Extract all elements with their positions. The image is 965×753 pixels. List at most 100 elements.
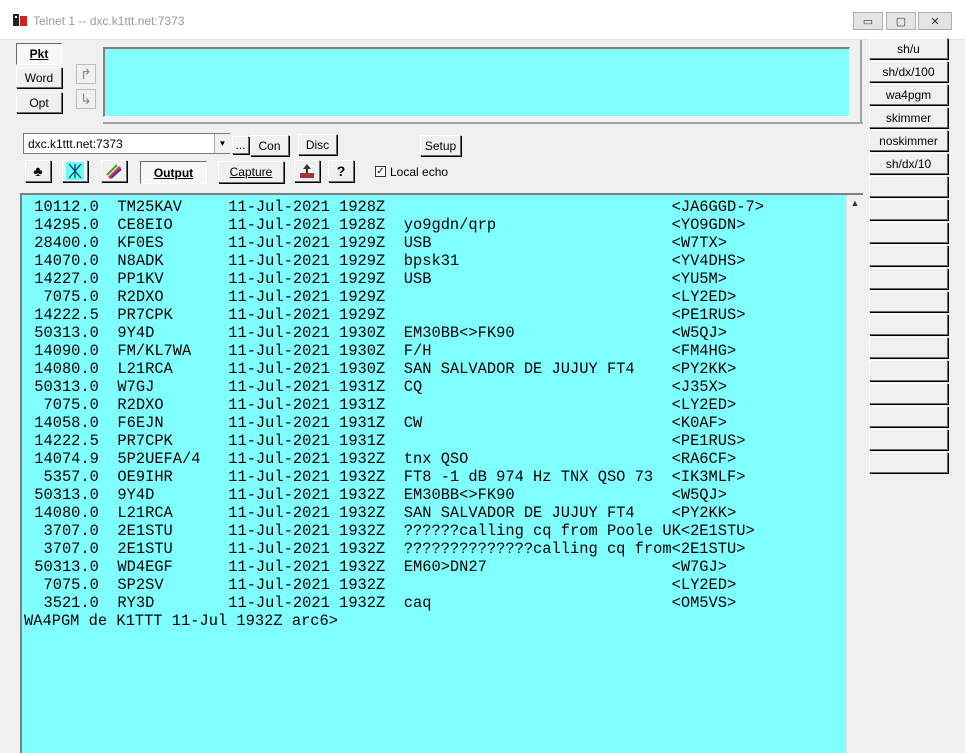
spot-frequency: 14227.0 (25, 270, 99, 288)
spot-frequency: 14080.0 (25, 360, 99, 378)
macro-button[interactable] (869, 268, 948, 289)
spot-date: 11-Jul-2021 (228, 576, 330, 594)
spot-frequency: 14058.0 (25, 414, 99, 432)
spot-line: 14070.0 N8ADK 11-Jul-2021 1929Z bpsk31 <… (25, 252, 764, 270)
spot-line: 14074.9 5P2UEFA/4 11-Jul-2021 1932Z tnx … (25, 450, 764, 468)
spot-spotter: <W7TX> (671, 234, 728, 252)
browse-button[interactable]: ... (232, 136, 249, 154)
macro-button[interactable] (869, 429, 948, 450)
spot-line: 14090.0 FM/KL7WA 11-Jul-2021 1930Z F/H <… (25, 342, 764, 360)
macro-button[interactable] (869, 176, 948, 197)
macro-button[interactable]: noskimmer (869, 130, 948, 151)
spot-callsign: L21RCA (117, 360, 229, 378)
antenna-icon-button[interactable] (62, 160, 88, 182)
capture-button[interactable]: Capture (218, 161, 284, 183)
pencil-icon-button[interactable] (101, 160, 127, 182)
spot-line: 5357.0 OE9IHR 11-Jul-2021 1932Z FT8 -1 d… (25, 468, 764, 486)
local-echo-checkbox[interactable]: ✓ (375, 166, 386, 177)
spot-date: 11-Jul-2021 (228, 360, 330, 378)
macro-button[interactable] (869, 383, 948, 404)
close-button[interactable]: ✕ (918, 12, 952, 30)
macro-button[interactable]: sh/dx/100 (869, 61, 948, 82)
spot-date: 11-Jul-2021 (228, 522, 330, 540)
packet-input-area[interactable] (103, 47, 850, 117)
output-button[interactable]: Output (140, 161, 207, 184)
spot-time: 1931Z (339, 432, 386, 450)
spot-comment: USB (403, 270, 672, 288)
spot-time: 1932Z (339, 522, 386, 540)
spot-time: 1932Z (339, 558, 386, 576)
word-tab[interactable]: Word (16, 67, 62, 88)
spot-time: 1928Z (339, 198, 386, 216)
spot-spotter: <2E1STU> (671, 540, 746, 558)
antenna-icon (66, 162, 84, 180)
output-scrollbar[interactable]: ▲ (846, 195, 863, 753)
spot-date: 11-Jul-2021 (228, 306, 330, 324)
spot-frequency: 14080.0 (25, 504, 99, 522)
spot-comment: EM30BB<>FK90 (403, 486, 672, 504)
spot-time: 1932Z (339, 450, 386, 468)
spot-time: 1932Z (339, 486, 386, 504)
chevron-down-icon[interactable]: ▼ (214, 134, 230, 153)
macro-button[interactable]: wa4pgm (869, 84, 948, 105)
spot-line: 50313.0 9Y4D 11-Jul-2021 1932Z EM30BB<>F… (25, 486, 764, 504)
pkt-tab[interactable]: Pkt (16, 43, 62, 65)
spot-comment: tnx QSO (403, 450, 672, 468)
help-icon-button[interactable]: ? (328, 160, 354, 182)
macro-button[interactable] (869, 222, 948, 243)
connect-button[interactable]: Con (250, 135, 289, 156)
scroll-up-icon[interactable]: ▲ (847, 195, 863, 211)
macro-button[interactable]: sh/dx/10 (869, 153, 948, 174)
spot-frequency: 50313.0 (25, 486, 99, 504)
club-icon-button[interactable]: ♣ (25, 160, 51, 182)
disconnect-button[interactable]: Disc (298, 134, 337, 155)
spot-comment: FT8 -1 dB 974 Hz TNX QSO 73 (403, 468, 672, 486)
spot-date: 11-Jul-2021 (228, 198, 330, 216)
spot-spotter: <K0AF> (671, 414, 728, 432)
spot-frequency: 10112.0 (25, 198, 99, 216)
macro-button[interactable] (869, 452, 948, 473)
spot-frequency: 14222.5 (25, 432, 99, 450)
output-pane[interactable]: 10112.0 TM25KAV 11-Jul-2021 1928Z <JA6GG… (20, 193, 863, 753)
spot-callsign: 5P2UEFA/4 (117, 450, 229, 468)
opt-tab[interactable]: Opt (16, 92, 62, 113)
spot-date: 11-Jul-2021 (228, 504, 330, 522)
spot-callsign: R2DXO (117, 396, 229, 414)
spot-comment: CW (403, 414, 672, 432)
host-combobox[interactable]: dxc.k1ttt.net:7373 ▼ (23, 133, 230, 154)
macro-button[interactable]: skimmer (869, 107, 948, 128)
spot-spotter: <JA6GGD-7> (671, 198, 764, 216)
macro-button[interactable] (869, 406, 948, 427)
spot-line: 3521.0 RY3D 11-Jul-2021 1932Z caq <OM5VS… (25, 594, 764, 612)
scroll-up-arrow-button[interactable]: ↱ (76, 64, 96, 84)
minimize-button[interactable]: ▭ (853, 12, 883, 30)
spot-date: 11-Jul-2021 (228, 540, 330, 558)
scroll-down-arrow-button[interactable]: ↳ (76, 89, 96, 109)
spot-callsign: FM/KL7WA (117, 342, 229, 360)
spot-comment (404, 396, 672, 414)
macro-button[interactable] (869, 360, 948, 381)
spot-frequency: 50313.0 (25, 558, 99, 576)
spot-time: 1929Z (339, 288, 386, 306)
spot-time: 1930Z (339, 342, 386, 360)
setup-button[interactable]: Setup (420, 135, 461, 156)
spot-callsign: PR7CPK (117, 306, 229, 324)
spot-frequency: 5357.0 (25, 468, 99, 486)
spot-date: 11-Jul-2021 (228, 270, 330, 288)
spot-spotter: <LY2ED> (671, 288, 737, 306)
maximize-icon: ▢ (895, 15, 907, 28)
spot-spotter: <OM5VS> (671, 594, 737, 612)
upload-icon-button[interactable] (294, 160, 320, 182)
macro-button[interactable] (869, 245, 948, 266)
spot-spotter: <W7GJ> (671, 558, 728, 576)
macro-button[interactable]: sh/u (869, 38, 948, 59)
macro-button[interactable] (869, 337, 948, 358)
maximize-button[interactable]: ▢ (886, 12, 916, 30)
macro-button[interactable] (869, 291, 948, 312)
macro-button[interactable] (869, 314, 948, 335)
spot-frequency: 3707.0 (25, 522, 99, 540)
output-text: 10112.0 TM25KAV 11-Jul-2021 1928Z <JA6GG… (24, 198, 764, 630)
spot-spotter: <PE1RUS> (671, 306, 746, 324)
macro-button[interactable] (869, 199, 948, 220)
spot-line: 7075.0 R2DXO 11-Jul-2021 1929Z <LY2ED> (25, 288, 764, 306)
